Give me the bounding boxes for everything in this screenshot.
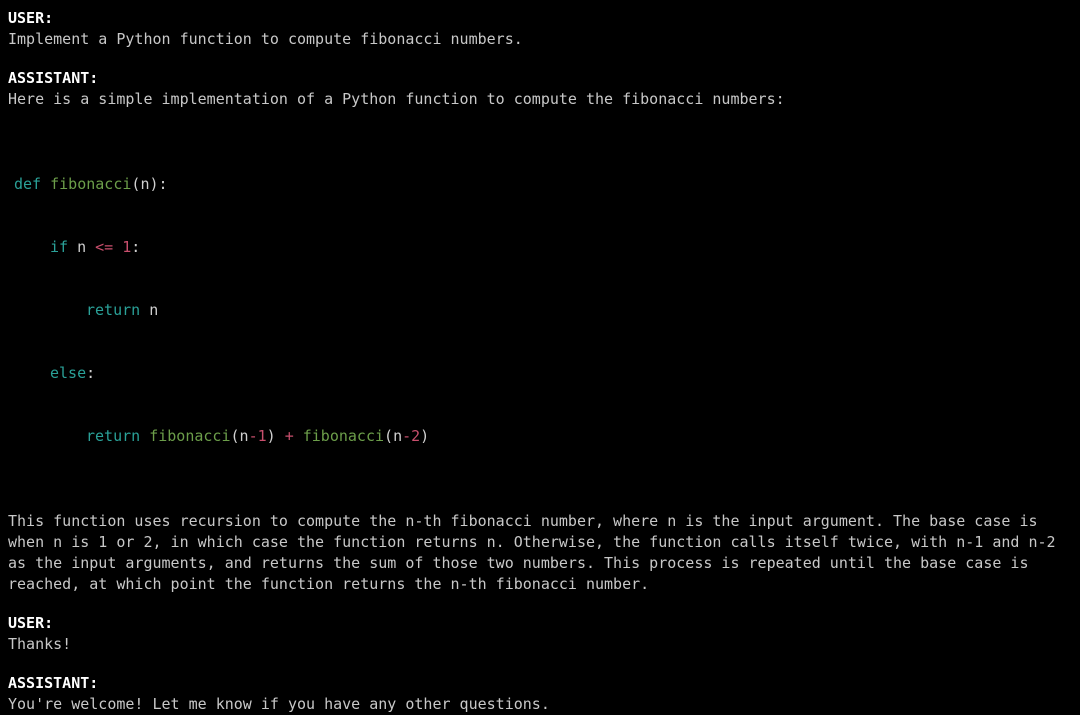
var-n: n [77,238,95,256]
assistant-explanation: This function uses recursion to compute … [8,511,1072,595]
num-1b: 1 [258,427,267,445]
assistant-message-2: You're welcome! Let me know if you have … [8,694,1072,715]
paren-close-2: ) [420,427,429,445]
code-line-3: return n [14,300,1072,321]
code-block: def fibonacci(n): if n <= 1: return n el… [14,132,1072,489]
paren-close-colon: ): [149,175,167,193]
user-message-2: Thanks! [8,634,1072,655]
keyword-def: def [14,175,50,193]
code-line-2: if n <= 1: [14,237,1072,258]
colon-else: : [86,364,95,382]
paren-open-1: ( [231,427,240,445]
speaker-label-assistant-2: ASSISTANT: [8,673,1072,694]
turn-assistant-1: ASSISTANT: Here is a simple implementati… [8,68,1072,595]
arg-n-1: n [240,427,249,445]
turn-user-1: USER: Implement a Python function to com… [8,8,1072,50]
arg-n-2: n [393,427,402,445]
code-line-4: else: [14,363,1072,384]
keyword-return: return [86,301,149,319]
paren-close-1: ) [267,427,285,445]
speaker-label-assistant: ASSISTANT: [8,68,1072,89]
speaker-label-user: USER: [8,8,1072,29]
turn-assistant-2: ASSISTANT: You're welcome! Let me know i… [8,673,1072,715]
user-message-1: Implement a Python function to compute f… [8,29,1072,50]
assistant-message-1: Here is a simple implementation of a Pyt… [8,89,1072,110]
num-1: 1 [122,238,131,256]
fn-call-1: fibonacci [149,427,230,445]
var-n-ret: n [149,301,158,319]
code-line-1: def fibonacci(n): [14,174,1072,195]
minus-1: - [249,427,258,445]
speaker-label-user-2: USER: [8,613,1072,634]
function-name: fibonacci [50,175,131,193]
fn-call-2: fibonacci [303,427,384,445]
plus: + [285,427,303,445]
colon: : [131,238,140,256]
turn-user-2: USER: Thanks! [8,613,1072,655]
op-le: <= [95,238,122,256]
paren-open-2: ( [384,427,393,445]
minus-2: - [402,427,411,445]
keyword-return-2: return [86,427,149,445]
code-line-5: return fibonacci(n-1) + fibonacci(n-2) [14,426,1072,447]
num-2: 2 [411,427,420,445]
keyword-if: if [50,238,77,256]
keyword-else: else [50,364,86,382]
